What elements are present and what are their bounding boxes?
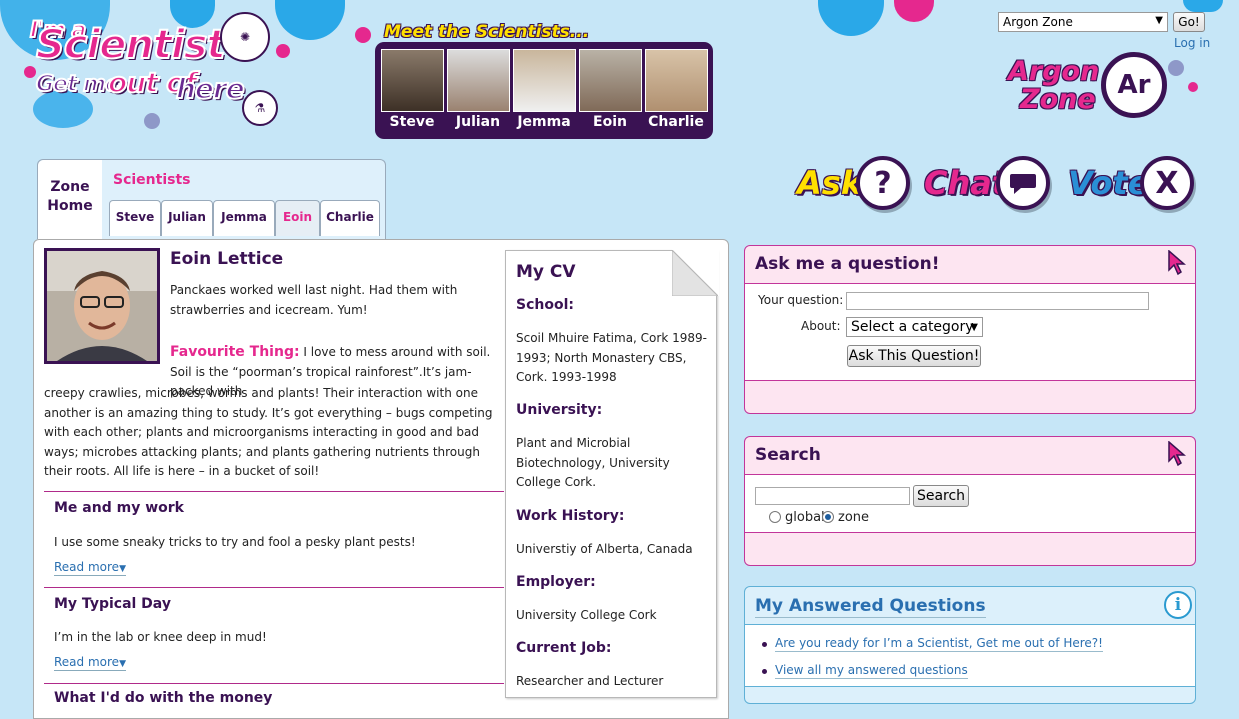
tab-eoin[interactable]: Eoin — [275, 200, 320, 236]
scientist-photo-julian[interactable] — [447, 49, 510, 112]
section-text-work: I use some sneaky tricks to try and fool… — [54, 535, 416, 549]
logo-line-3: Get me — [35, 71, 121, 98]
cv-employer: University College Cork — [516, 608, 657, 622]
tab-zone-home[interactable]: Zone Home — [38, 160, 102, 240]
scope-global-radio[interactable] — [769, 511, 781, 523]
cv-school: Scoil Mhuire Fatima, Cork 1989-1993; Nor… — [516, 331, 707, 385]
category-select-value: Select a category — [851, 319, 974, 335]
section-title-money: What I'd do with the money — [54, 690, 273, 706]
scientist-name-heading: Eoin Lettice — [170, 249, 284, 269]
search-input[interactable] — [755, 487, 910, 505]
scientists-tab-label: Scientists — [113, 172, 191, 188]
zone-select-value: Argon Zone — [1003, 15, 1073, 29]
cv-work-label: Work History: — [516, 508, 625, 524]
read-more-work-link[interactable]: Read more▼ — [54, 560, 126, 576]
question-input[interactable] — [846, 292, 1149, 310]
search-button[interactable]: Search — [913, 485, 969, 507]
answered-questions-title[interactable]: My Answered Questions — [755, 596, 986, 618]
favourite-rest: creepy crawlies, microbes, worms and pla… — [44, 386, 493, 479]
scope-global-label: global — [785, 510, 825, 525]
search-box-title: Search — [755, 445, 821, 465]
cv-university: Plant and Microbial Biotechnology, Unive… — [516, 436, 670, 490]
login-link[interactable]: Log in — [1174, 36, 1210, 50]
tab-jemma[interactable]: Jemma — [213, 200, 275, 236]
tab-julian[interactable]: Julian — [161, 200, 213, 236]
section-title-work: Me and my work — [54, 500, 184, 516]
read-more-day-link[interactable]: Read more▼ — [54, 655, 126, 671]
microbe-icon: ✺ — [220, 12, 270, 62]
status-text: Panckaes worked well last night. Had the… — [170, 283, 458, 317]
chevron-down-icon: ▼ — [970, 322, 978, 333]
scientist-photo-eoin[interactable] — [579, 49, 642, 112]
profile-photo — [44, 248, 160, 364]
about-label: About: — [801, 319, 841, 333]
go-button[interactable]: Go! — [1173, 12, 1205, 32]
scientist-name[interactable]: Jemma — [511, 114, 577, 130]
tab-charlie[interactable]: Charlie — [320, 200, 380, 236]
cv-university-label: University: — [516, 402, 603, 418]
cv-job: Researcher and Lecturer — [516, 674, 664, 688]
scope-zone-label: zone — [838, 510, 870, 525]
pointer-icon — [1168, 441, 1187, 467]
chevron-down-icon: ▼ — [1155, 15, 1163, 26]
vote-x-icon[interactable]: X — [1140, 156, 1194, 210]
scientist-photo-steve[interactable] — [381, 49, 444, 112]
chat-button[interactable]: Chat — [924, 164, 1007, 202]
scope-zone-radio[interactable] — [822, 511, 834, 523]
ask-button[interactable]: Ask — [797, 164, 862, 202]
scientist-photo-jemma[interactable] — [513, 49, 576, 112]
cv-school-label: School: — [516, 297, 574, 313]
scientist-name[interactable]: Steve — [379, 114, 445, 130]
zone-logo-line-1: Argon — [1008, 56, 1100, 87]
argon-symbol: Ar — [1101, 52, 1167, 118]
section-divider — [44, 491, 504, 492]
ask-box-title: Ask me a question! — [755, 254, 940, 274]
triangle-down-icon: ▼ — [119, 564, 126, 574]
category-select[interactable]: Select a category ▼ — [846, 317, 983, 337]
bullet — [762, 669, 767, 674]
meet-scientists-title: Meet the Scientists... — [384, 22, 590, 42]
cv-job-label: Current Job: — [516, 640, 612, 656]
ask-question-button[interactable]: Ask This Question! — [847, 345, 981, 367]
scientist-name[interactable]: Charlie — [643, 114, 709, 130]
info-icon[interactable]: i — [1164, 591, 1192, 619]
pointer-icon — [1168, 250, 1187, 276]
cv-employer-label: Employer: — [516, 574, 596, 590]
question-icon[interactable]: ? — [856, 156, 910, 210]
section-divider — [44, 683, 504, 684]
speech-bubble-icon[interactable] — [996, 156, 1050, 210]
cv-title: My CV — [516, 262, 576, 282]
zone-select[interactable]: Argon Zone ▼ — [998, 12, 1168, 32]
vote-button[interactable]: Vote — [1068, 164, 1149, 202]
zone-logo-line-2: Zone — [1020, 84, 1096, 115]
bullet — [762, 642, 767, 647]
answered-link-ready[interactable]: Are you ready for I’m a Scientist, Get m… — [775, 636, 1103, 652]
scientist-photo-charlie[interactable] — [645, 49, 708, 112]
answered-link-view-all[interactable]: View all my answered questions — [775, 663, 968, 679]
meet-scientists-strip: Steve Julian Jemma Eoin Charlie — [375, 42, 713, 139]
tab-steve[interactable]: Steve — [109, 200, 161, 236]
scientist-name[interactable]: Julian — [445, 114, 511, 130]
favourite-label: Favourite Thing: — [170, 344, 300, 360]
flask-icon: ⚗ — [242, 90, 278, 126]
section-text-day: I’m in the lab or knee deep in mud! — [54, 630, 267, 644]
logo-line-5: here — [175, 71, 246, 106]
question-label: Your question: — [758, 293, 844, 307]
scientist-name[interactable]: Eoin — [577, 114, 643, 130]
section-title-day: My Typical Day — [54, 596, 171, 612]
logo-line-2: Scientist — [35, 21, 227, 69]
triangle-down-icon: ▼ — [119, 659, 126, 669]
section-divider — [44, 587, 504, 588]
cv-work: Universtiy of Alberta, Canada — [516, 542, 693, 556]
